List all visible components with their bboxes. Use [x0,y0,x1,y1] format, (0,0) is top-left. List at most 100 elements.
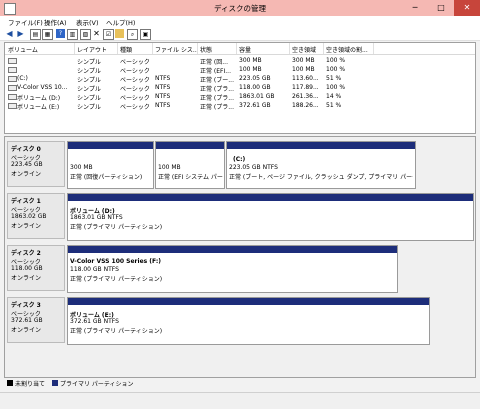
disk-map: ディスク 0 ベーシック 223.45 GB オンライン 300 MB 正常 (… [4,136,476,378]
disk-2-size: 118.00 GB [11,265,43,272]
partition-e[interactable]: ボリューム (E:) 372.61 GB NTFS 正常 (プライマリ パーティ… [67,297,430,345]
disk-2-header[interactable]: ディスク 2 ベーシック 118.00 GB オンライン [7,245,65,291]
table-cell: NTFS [155,102,171,109]
checklist-icon[interactable]: ☑ [103,29,114,40]
primary-bar [68,194,473,201]
partition-name: V-Color VSS 100 Series (F:) [70,258,161,265]
table-cell: 100 % [326,66,346,73]
status-bar [0,392,480,409]
close-button[interactable]: ✕ [454,0,480,16]
forward-icon[interactable]: ▶ [16,29,25,38]
unallocated-swatch [7,380,13,386]
col-layout[interactable]: レイアウト [77,45,117,54]
table-cell: V-Color VSS 10... [17,84,68,91]
settings-icon[interactable]: ▣ [140,29,151,40]
table-row[interactable]: (C:) シンプル ベーシック NTFS 正常 (ブー... 223.05 GB 113.6… [5,74,475,84]
properties-icon[interactable]: ▦ [42,29,53,40]
disk-0-status: オンライン [11,171,42,178]
disk-3-header[interactable]: ディスク 3 ベーシック 372.61 GB オンライン [7,297,65,343]
legend: 未割り当て プライマリ パーティション [4,378,474,388]
partition-size: 372.61 GB NTFS [70,318,119,325]
partition-status: 正常 (プライマリ パーティション) [70,224,163,231]
col-volume[interactable]: ボリューム [8,45,74,54]
table-cell: NTFS [155,75,171,82]
back-icon[interactable]: ◀ [5,29,14,38]
table-cell: 100 MB [292,66,315,73]
partition-efi[interactable]: 100 MB 正常 (EFI システム パー [155,141,225,189]
table-cell: 51 % [326,102,342,109]
table-cell: 118.00 GB [239,84,271,91]
col-free-percent[interactable]: 空き領域の割... [326,45,372,54]
table-cell: 51 % [326,75,342,82]
col-type[interactable]: 種類 [120,45,152,54]
menu-bar: ファイル(F) 操作(A) 表示(V) ヘルプ(H) [0,16,480,28]
primary-bar [227,142,415,149]
disk-1-size: 1863.02 GB [11,213,47,220]
minimize-button[interactable]: ─ [402,0,428,16]
disk-2-name: ディスク 2 [11,250,41,257]
table-row[interactable]: シンプル ベーシック 正常 (回... 300 MB 300 MB 100 % [5,56,475,66]
partition-name: (C:) [233,156,246,163]
table-cell: 188.26... [292,102,319,109]
partition-size: 223.05 GB NTFS [229,164,278,171]
menu-view[interactable]: 表示(V) [76,17,99,27]
primary-swatch [52,380,58,386]
disk-3-name: ディスク 3 [11,302,41,309]
help-icon[interactable]: ? [56,29,65,38]
partition-status: 正常 (プライマリ パーティション) [70,328,163,335]
maximize-button[interactable]: □ [428,0,454,16]
delete-icon[interactable]: ✕ [92,29,101,38]
folder-icon[interactable] [115,29,124,38]
table-row[interactable]: ボリューム (E:) シンプル ベーシック NTFS 正常 (プラ... 372.61 G… [5,101,475,111]
disk-0-name: ディスク 0 [11,146,41,153]
console-tree-icon[interactable]: ▤ [30,29,41,40]
col-status[interactable]: 状態 [200,45,236,54]
menu-file[interactable]: ファイル(F) [8,17,43,27]
search-icon[interactable]: ⌕ [127,29,138,40]
legend-unallocated: 未割り当て [15,381,46,388]
col-free-space[interactable]: 空き領域 [292,45,322,54]
volume-icon [8,94,17,100]
volume-icon [8,58,17,64]
table-cell: 113.60... [292,75,319,82]
partition-f[interactable]: V-Color VSS 100 Series (F:) 118.00 GB NT… [67,245,398,293]
volume-icon [8,103,17,109]
partition-status: 正常 (プライマリ パーティション) [70,276,163,283]
disk-0-size: 223.45 GB [11,161,43,168]
menu-action[interactable]: 操作(A) [44,17,67,27]
partition-d[interactable]: ボリューム (D:) 1863.01 GB NTFS 正常 (プライマリ パーテ… [67,193,474,241]
primary-bar [68,298,429,305]
table-cell: 372.61 GB [239,102,271,109]
title-bar: ディスクの管理 ─ □ ✕ [0,0,480,16]
disk-3-size: 372.61 GB [11,317,43,324]
table-cell: 100 MB [239,66,262,73]
table-cell: 300 MB [239,57,262,64]
column-header-row: ボリューム レイアウト 種類 ファイル シス... 状態 容量 空き領域 空き領… [5,43,475,55]
partition-size: 118.00 GB NTFS [70,266,119,273]
col-capacity[interactable]: 容量 [239,45,287,54]
table-row[interactable]: ボリューム (D:) シンプル ベーシック NTFS 正常 (プラ... 1863.01 … [5,92,475,102]
volume-icon [8,76,17,82]
volume-icon [8,67,17,73]
connect-icon[interactable]: ▧ [80,29,91,40]
partition-status: 正常 (回復パーティション) [70,174,143,181]
partition-recovery[interactable]: 300 MB 正常 (回復パーティション) [67,141,154,189]
disk-1-header[interactable]: ディスク 1 ベーシック 1863.02 GB オンライン [7,193,65,239]
col-filesystem[interactable]: ファイル シス... [155,45,197,54]
table-row[interactable]: V-Color VSS 10... シンプル ベーシック NTFS 正常 (プラ... 1… [5,83,475,93]
table-cell: ボリューム (E:) [17,104,60,111]
list-view-icon[interactable]: ▥ [67,29,78,40]
table-cell: NTFS [155,84,171,91]
table-cell: ベーシック [120,104,150,111]
table-cell: NTFS [155,93,171,100]
disk-0-header[interactable]: ディスク 0 ベーシック 223.45 GB オンライン [7,141,65,187]
menu-help[interactable]: ヘルプ(H) [106,17,135,27]
primary-bar [156,142,224,149]
toolbar: ◀ ▶ ▤ ▦ ? ▥ ▧ ✕ ☑ ⌕ ▣ [0,28,480,41]
partition-c[interactable]: (C:) 223.05 GB NTFS 正常 (ブート, ページ ファイル, ク… [226,141,416,189]
table-cell: 261.36... [292,93,319,100]
disk-1-status: オンライン [11,223,42,230]
partition-status: 正常 (EFI システム パー [158,174,223,181]
table-row[interactable]: シンプル ベーシック 正常 (EFI... 100 MB 100 MB 100 % [5,65,475,75]
partition-size: 100 MB [158,164,181,171]
